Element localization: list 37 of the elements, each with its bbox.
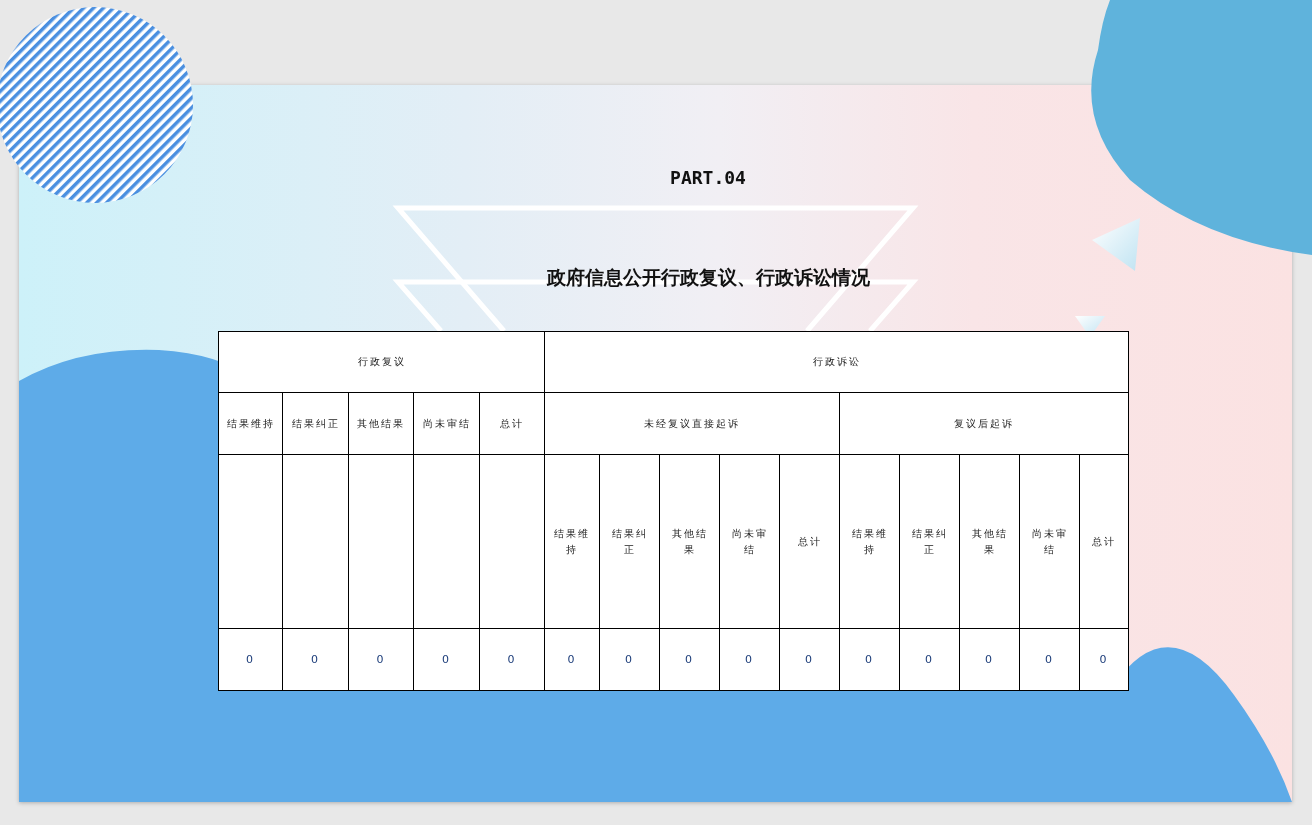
table-cell: 0 <box>348 628 414 691</box>
triangle-shape <box>1092 218 1140 271</box>
table-cell: 0 <box>1079 628 1129 691</box>
column-header: 结果纠正 <box>899 454 960 629</box>
table-cell: 0 <box>544 628 600 691</box>
slide-title: 政府信息公开行政复议、行政诉讼情况 <box>546 265 870 290</box>
column-header: 其他结果 <box>959 454 1020 629</box>
group-header: 行政诉讼 <box>544 331 1129 393</box>
column-header: 总计 <box>779 454 840 629</box>
column-header: 总计 <box>1079 454 1129 629</box>
table-cell: 0 <box>413 628 480 691</box>
table-cell: 0 <box>599 628 660 691</box>
column-header: 其他结果 <box>348 392 414 455</box>
table-cell: 0 <box>779 628 840 691</box>
table-cell: 0 <box>659 628 720 691</box>
column-header: 总计 <box>479 392 545 455</box>
table-cell: 0 <box>899 628 960 691</box>
column-header: 结果纠正 <box>282 392 349 455</box>
table-cell: 0 <box>1019 628 1080 691</box>
table-cell: 0 <box>959 628 1020 691</box>
column-header: 结果维持 <box>218 392 283 455</box>
column-header: 尚未审结 <box>1019 454 1080 629</box>
column-header: 尚未审结 <box>719 454 780 629</box>
subgroup-header: 复议后起诉 <box>839 392 1129 455</box>
table-cell: 0 <box>218 628 283 691</box>
subgroup-header: 未经复议直接起诉 <box>544 392 840 455</box>
part-label: PART.04 <box>670 166 746 190</box>
column-header: 结果纠正 <box>599 454 660 629</box>
column-header: 结果维持 <box>839 454 900 629</box>
column-header: 结果维持 <box>544 454 600 629</box>
group-header: 行政复议 <box>218 331 545 393</box>
table-cell: 0 <box>839 628 900 691</box>
table-cell: 0 <box>719 628 780 691</box>
table-cell: 0 <box>479 628 545 691</box>
column-header: 尚未审结 <box>413 392 480 455</box>
column-header: 其他结果 <box>659 454 720 629</box>
table-cell: 0 <box>282 628 349 691</box>
